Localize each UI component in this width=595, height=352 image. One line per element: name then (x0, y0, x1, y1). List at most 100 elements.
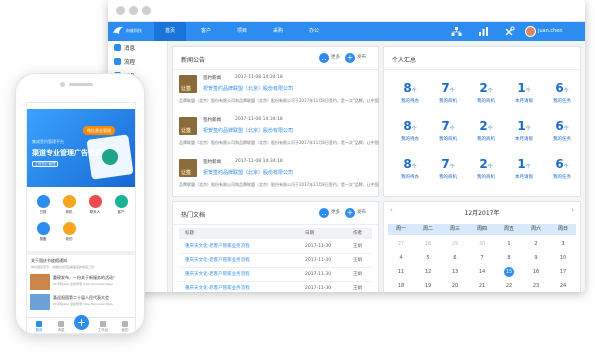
mobile-tab-bar: 首页 消息 + 工作台 我的 (27, 315, 135, 333)
calendar-day[interactable]: 5 (415, 252, 441, 264)
tab-home[interactable]: 首页 (29, 321, 49, 333)
news-publish-button[interactable]: 发布 (357, 53, 366, 63)
news-more-button[interactable]: 更多 (331, 53, 340, 63)
nav-projects[interactable]: 项目 (226, 22, 258, 41)
calendar-day[interactable]: 20 (442, 280, 468, 292)
summary-stat[interactable]: 1个 本月请假 (504, 81, 544, 105)
notice-title[interactable]: 关于国庆节放假通知 (31, 258, 67, 264)
nav-customers[interactable]: 客户 (190, 22, 222, 41)
docs-publish-button[interactable]: 发布 (357, 208, 366, 218)
window-titlebar (108, 0, 585, 22)
calendar-day[interactable]: 28 (415, 238, 441, 250)
doc-title-link[interactable]: 重庆天文化-老客户管家业务流程 (185, 240, 250, 254)
calendar-day[interactable]: 4 (388, 252, 414, 264)
nav-office[interactable]: 办公 (298, 22, 330, 41)
calendar-day[interactable]: 14 (469, 266, 495, 278)
sidebar-item-workflow[interactable]: 流程 (114, 58, 164, 69)
window-minimize-button[interactable] (129, 6, 138, 15)
calendar-day[interactable]: 1 (496, 238, 522, 250)
user-avatar[interactable] (525, 26, 536, 37)
calendar-day[interactable]: 21 (469, 280, 495, 292)
summary-stat[interactable]: 8个 我的待办 (390, 119, 430, 143)
bar-chart-icon[interactable] (478, 26, 489, 37)
table-row[interactable]: 重庆天文化-老客户管家业务流程 2017-11-30 王娟 (179, 240, 372, 254)
calendar-day[interactable]: 17 (550, 266, 576, 278)
calendar-day[interactable]: 3 (550, 238, 576, 250)
tab-messages[interactable]: 消息 (51, 321, 71, 333)
mobile-shortcut[interactable]: 客户 (111, 195, 131, 215)
news-title-link[interactable]: 祝贺签约品牌联盟（北京）股份有限公司 (203, 85, 293, 92)
summary-stat[interactable]: 8个 我的待办 (390, 81, 430, 105)
more-docs-icon[interactable]: ‥ (319, 208, 329, 218)
table-row[interactable]: 重庆天文化-老客户管家业务流程 2017-11-30 王娟 (179, 268, 372, 282)
mobile-shortcut[interactable]: 报备 (33, 222, 53, 242)
calendar-day[interactable]: 15 (496, 266, 522, 278)
summary-stat[interactable]: 7个 我的商机 (428, 119, 468, 143)
doc-title-link[interactable]: 重庆天文化-老客户管家业务流程 (185, 268, 250, 282)
calendar-day[interactable]: 9 (523, 252, 549, 264)
calendar-day[interactable]: 27 (388, 238, 414, 250)
tab-profile[interactable]: 我的 (115, 321, 135, 333)
calendar-day[interactable]: 24 (550, 280, 576, 292)
news-category: 签约新闻 (203, 76, 221, 81)
news-item[interactable]: 让签 签约新闻 2017-11-08 14:34:18 祝贺签约品牌联盟（北京）… (179, 73, 379, 113)
pagination-dots[interactable] (263, 189, 291, 204)
news-title-link[interactable]: 祝贺签约品牌联盟（北京）股份有限公司 (203, 127, 293, 134)
table-row[interactable]: 重庆天文化-老客户管家业务流程 2017-11-30 王娟 (179, 282, 372, 292)
doc-title-link[interactable]: 重庆天文化-老客户管家业务流程 (185, 282, 250, 292)
nav-home[interactable]: 首页 (154, 22, 186, 41)
app-logo[interactable]: 向维科技 (112, 24, 150, 39)
window-close-button[interactable] (116, 6, 125, 15)
calendar-day[interactable]: 30 (469, 238, 495, 250)
calendar-day[interactable]: 19 (415, 280, 441, 292)
calendar-day[interactable]: 10 (550, 252, 576, 264)
calendar-day[interactable]: 23 (523, 280, 549, 292)
calendar-day[interactable]: 2 (523, 238, 549, 250)
summary-stat[interactable]: 2个 我的商机 (466, 157, 506, 181)
doc-title-link[interactable]: 重庆天文化-老客户管家业务流程 (185, 254, 250, 268)
calendar-day[interactable]: 7 (469, 252, 495, 264)
summary-stat[interactable]: 2个 我的商机 (466, 81, 506, 105)
summary-stat[interactable]: 7个 我的商机 (428, 157, 468, 181)
mobile-shortcut[interactable]: 联系人 (85, 195, 105, 215)
news-title-link[interactable]: 祝贺签约品牌联盟（北京）股份有限公司 (203, 169, 293, 176)
summary-stat[interactable]: 6个 我的任务 (542, 119, 582, 143)
calendar-next-button[interactable]: › (571, 206, 574, 214)
tab-workbench[interactable]: 工作台 (93, 321, 113, 333)
calendar-day[interactable]: 13 (442, 266, 468, 278)
docs-more-button[interactable]: 更多 (331, 208, 340, 218)
summary-stat[interactable]: 7个 我的商机 (428, 81, 468, 105)
more-news-icon[interactable]: ‥ (319, 53, 329, 63)
calendar-day[interactable]: 8 (496, 252, 522, 264)
table-row[interactable]: 重庆天文化-老客户管家业务流程 2017-11-30 王娟 (179, 254, 372, 268)
org-chart-icon[interactable] (451, 26, 462, 37)
news-item[interactable]: 让签 签约新闻 2017-11-08 14:34:18 祝贺签约品牌联盟（北京）… (179, 115, 379, 155)
summary-stat[interactable]: 1个 本月请假 (504, 157, 544, 181)
summary-stat[interactable]: 1个 本月请假 (504, 119, 544, 143)
calendar-day[interactable]: 12 (415, 266, 441, 278)
calendar-day[interactable]: 22 (496, 280, 522, 292)
mobile-banner[interactable]: 微信营业管理 集成签约管理平台 渠道专业管理广告公关 立即签约管理 (27, 109, 135, 187)
calendar-day[interactable]: 18 (388, 280, 414, 292)
docs-panel: 热门文档 ‥ 更多 + 发布 标题 日期 作者 重庆天文化-老客户管家业务流程 2… (172, 201, 379, 292)
mobile-shortcut[interactable]: 我的 (59, 222, 79, 242)
summary-stat[interactable]: 6个 我的任务 (542, 157, 582, 181)
calendar-day[interactable]: 6 (442, 252, 468, 264)
tools-icon[interactable] (504, 26, 515, 37)
summary-stat[interactable]: 6个 我的任务 (542, 81, 582, 105)
summary-stat[interactable]: 2个 我的商机 (466, 119, 506, 143)
nav-purchasing[interactable]: 采购 (262, 22, 294, 41)
publish-doc-icon[interactable]: + (345, 208, 355, 218)
calendar-day[interactable]: 29 (442, 238, 468, 250)
add-button[interactable]: + (74, 315, 89, 330)
user-name[interactable]: juan.chen (538, 22, 563, 41)
publish-news-icon[interactable]: + (345, 53, 355, 63)
sidebar-item-messages[interactable]: 消息 (114, 44, 164, 55)
calendar-day[interactable]: 16 (523, 266, 549, 278)
banner-button[interactable]: 立即签约管理 (32, 161, 58, 167)
window-maximize-button[interactable] (142, 6, 151, 15)
calendar-day[interactable]: 11 (388, 266, 414, 278)
mobile-shortcut[interactable]: 日报 (33, 195, 53, 215)
summary-stat[interactable]: 8个 我的待办 (390, 157, 430, 181)
mobile-shortcut[interactable]: 商机 (59, 195, 79, 215)
